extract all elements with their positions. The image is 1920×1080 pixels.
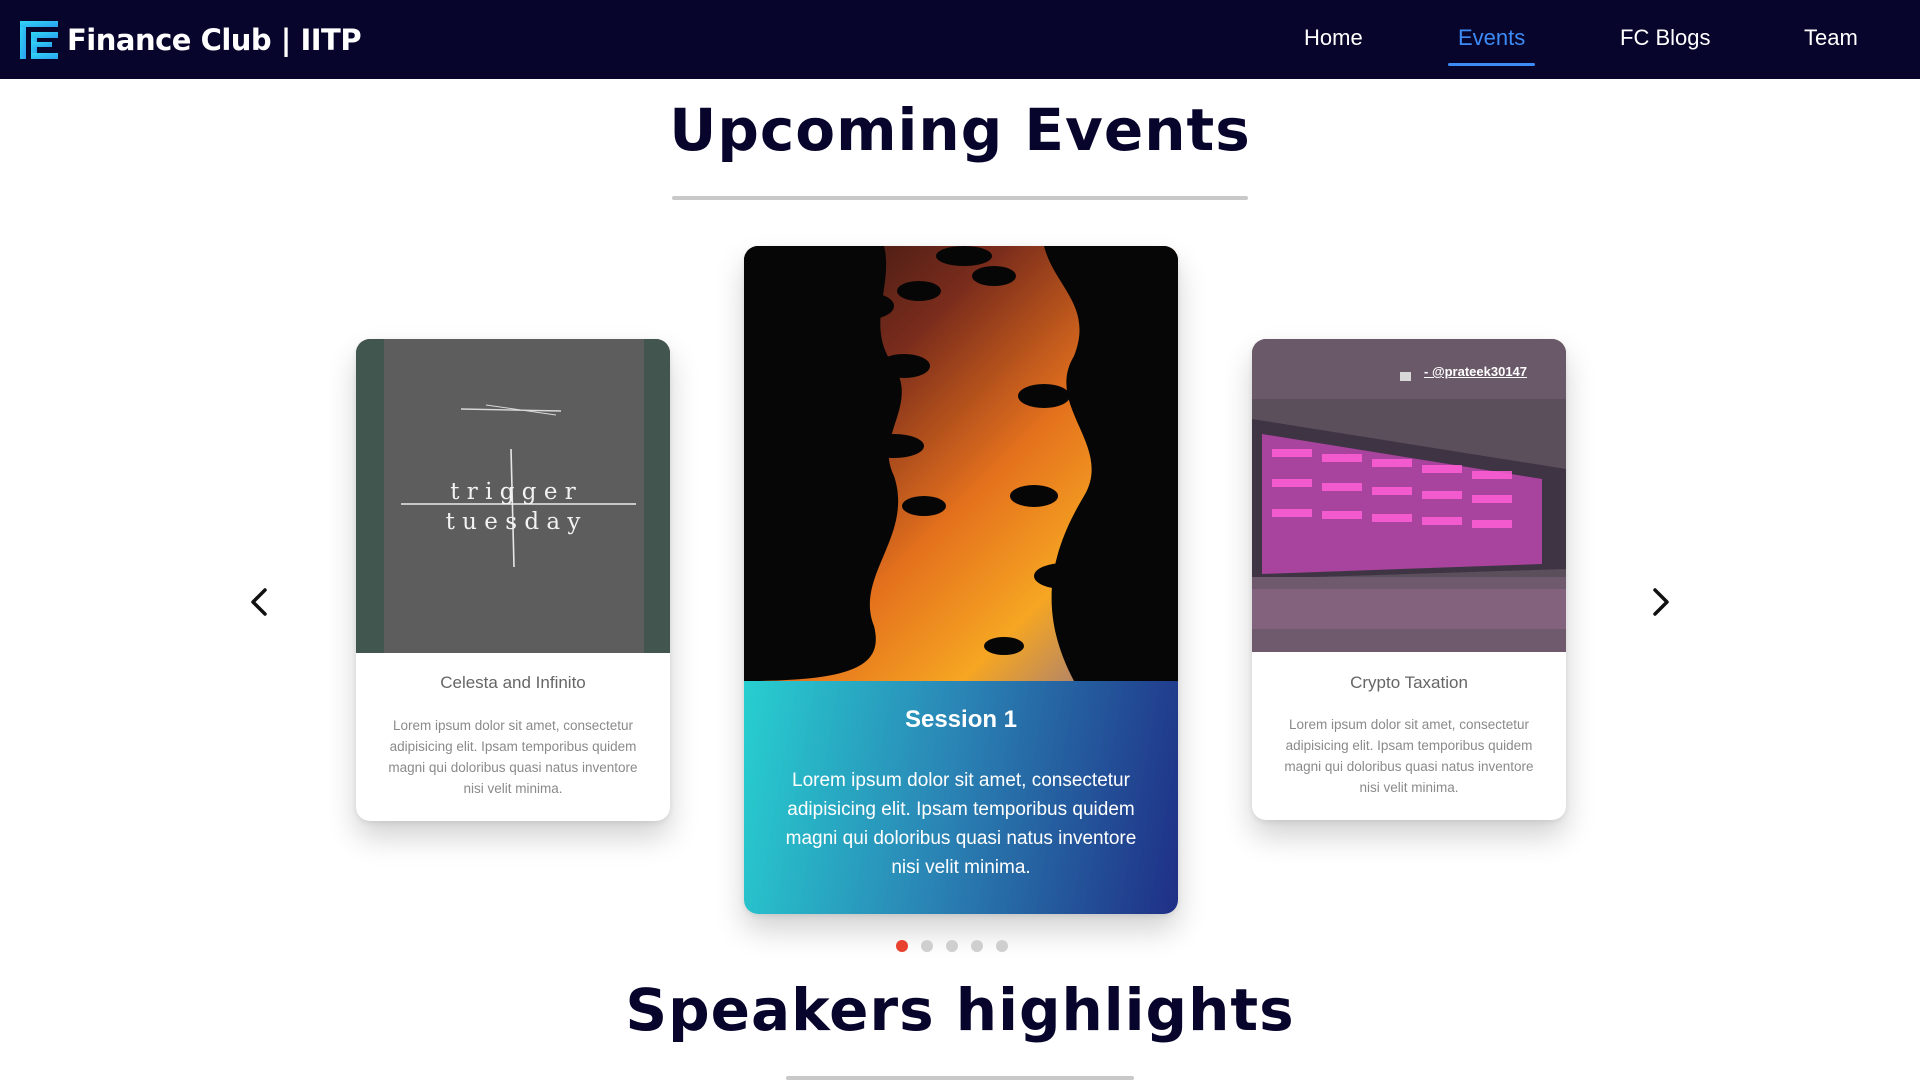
finance-club-logo-icon xyxy=(20,21,58,59)
upcoming-title-rule xyxy=(672,196,1248,200)
chevron-left-icon[interactable] xyxy=(245,582,275,622)
card-description: Lorem ipsum dolor sit amet, consectetur … xyxy=(388,718,638,796)
campus-night-image xyxy=(1252,339,1566,652)
brand-title: Finance Club | IITP xyxy=(67,23,362,57)
carousel-dot-1[interactable] xyxy=(896,940,908,952)
image-text-tuesday: t u e s d a y xyxy=(446,509,581,535)
nav-link-home[interactable]: Home xyxy=(1304,25,1363,51)
event-card-session-1[interactable]: Session 1 Lorem ipsum dolor sit amet, co… xyxy=(744,246,1178,914)
active-nav-underline xyxy=(1448,63,1535,66)
card-description: Lorem ipsum dolor sit amet, consectetur … xyxy=(1284,717,1534,795)
photo-credit[interactable]: - @prateek30147 xyxy=(1424,364,1527,379)
carousel-dot-4[interactable] xyxy=(971,940,983,952)
speakers-highlights-title: Speakers highlights xyxy=(625,976,1295,1044)
carousel-dot-5[interactable] xyxy=(996,940,1008,952)
carousel-dot-3[interactable] xyxy=(946,940,958,952)
nav-link-fc-blogs[interactable]: FC Blogs xyxy=(1620,25,1710,51)
nav-link-events[interactable]: Events xyxy=(1458,25,1525,51)
trigger-tuesday-image: t r i g g e r t u e s d a y xyxy=(356,339,670,653)
card-body: Session 1 Lorem ipsum dolor sit amet, co… xyxy=(744,681,1178,914)
speakers-title-rule xyxy=(786,1076,1134,1080)
event-card-celesta[interactable]: t r i g g e r t u e s d a y Celesta and … xyxy=(356,339,670,821)
carousel-pagination xyxy=(896,940,1008,952)
brand[interactable]: Finance Club | IITP xyxy=(20,21,362,59)
card-title: Session 1 xyxy=(904,706,1018,733)
nav-link-team[interactable]: Team xyxy=(1804,25,1858,51)
navbar: Finance Club | IITP Home Events FC Blogs… xyxy=(0,0,1920,79)
carousel-dot-2[interactable] xyxy=(921,940,933,952)
sunset-trees-image xyxy=(744,246,1178,681)
upcoming-events-title: Upcoming Events xyxy=(669,96,1251,164)
card-description: Lorem ipsum dolor sit amet, consectetur … xyxy=(785,770,1137,878)
camera-icon xyxy=(1400,372,1411,381)
card-title: Celesta and Infinito xyxy=(440,673,586,692)
image-text-trigger: t r i g g e r xyxy=(450,479,576,505)
card-title: Crypto Taxation xyxy=(1350,673,1468,692)
event-card-crypto-taxation[interactable]: - @prateek30147 Crypto Taxation Lorem ip… xyxy=(1252,339,1566,820)
chevron-right-icon[interactable] xyxy=(1645,582,1675,622)
